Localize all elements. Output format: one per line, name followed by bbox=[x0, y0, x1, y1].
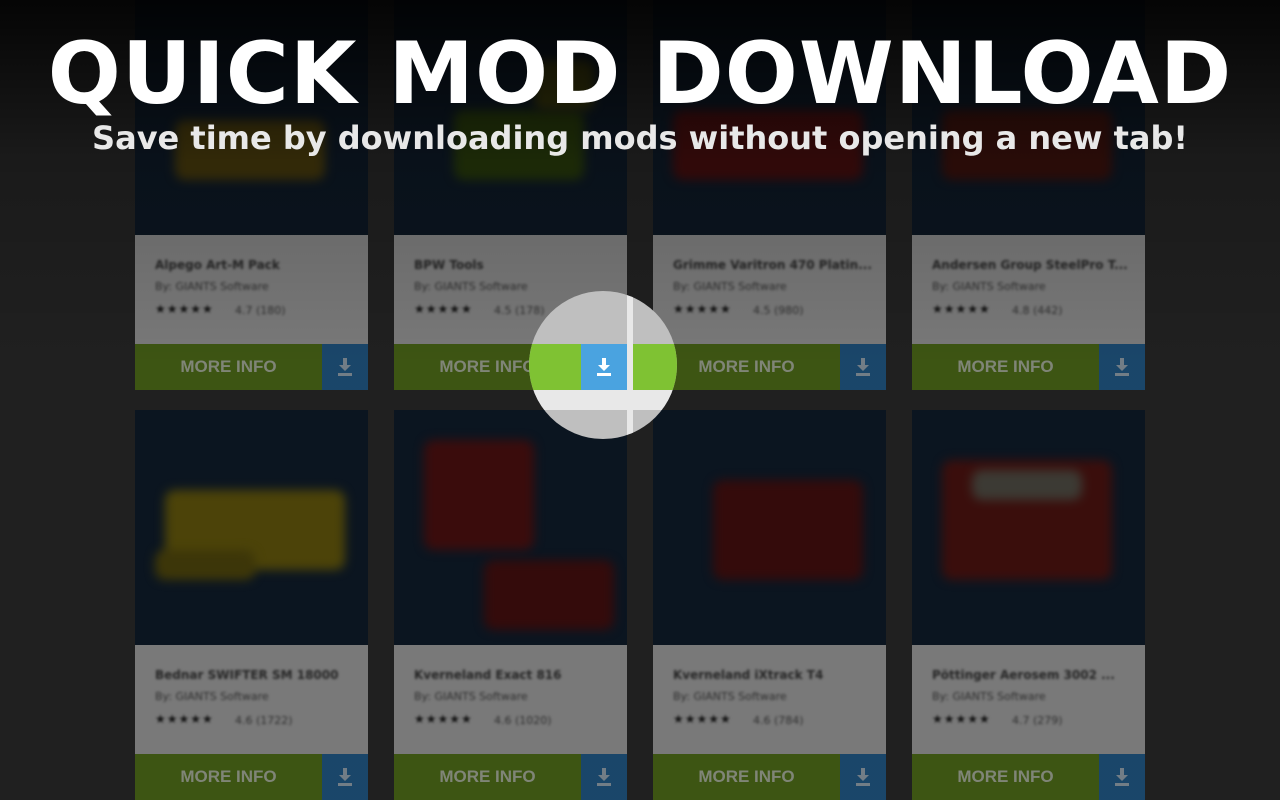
download-button[interactable] bbox=[1099, 344, 1145, 390]
download-button[interactable] bbox=[840, 344, 886, 390]
download-button-highlight[interactable] bbox=[581, 344, 627, 390]
mod-author: By: GIANTS Software bbox=[155, 690, 269, 703]
subheadline: Save time by downloading mods without op… bbox=[92, 119, 1188, 157]
mod-title[interactable]: Pöttinger Aerosem 3002 ... bbox=[932, 668, 1132, 682]
rating-stars: ★★★★★ bbox=[414, 712, 473, 726]
rating-text: 4.5 (980) bbox=[753, 304, 804, 317]
mod-author: By: GIANTS Software bbox=[414, 690, 528, 703]
rating-stars: ★★★★★ bbox=[673, 302, 732, 316]
download-icon bbox=[597, 768, 611, 786]
mod-title[interactable]: Kverneland Exact 816 bbox=[414, 668, 614, 682]
more-info-highlight bbox=[633, 344, 677, 390]
mod-title[interactable]: Alpego Art-M Pack bbox=[155, 258, 355, 272]
download-button[interactable] bbox=[840, 754, 886, 800]
rating-text: 4.7 (180) bbox=[235, 304, 286, 317]
download-icon bbox=[856, 768, 870, 786]
more-info-highlight bbox=[529, 344, 581, 390]
download-icon bbox=[597, 358, 611, 376]
mod-card[interactable]: Kverneland iXtrack T4 By: GIANTS Softwar… bbox=[653, 410, 886, 800]
more-info-button[interactable]: MORE INFO bbox=[394, 754, 581, 800]
download-icon bbox=[338, 358, 352, 376]
mod-thumbnail[interactable] bbox=[653, 410, 886, 645]
mod-title[interactable]: Bednar SWIFTER SM 18000 bbox=[155, 668, 355, 682]
rating-text: 4.6 (1020) bbox=[494, 714, 552, 727]
mod-title[interactable]: Grimme Varitron 470 Platin... bbox=[673, 258, 873, 272]
rating-text: 4.5 (178) bbox=[494, 304, 545, 317]
mod-card[interactable]: Kverneland Exact 816 By: GIANTS Software… bbox=[394, 410, 627, 800]
rating-text: 4.7 (279) bbox=[1012, 714, 1063, 727]
download-button[interactable] bbox=[322, 344, 368, 390]
rating-text: 4.6 (784) bbox=[753, 714, 804, 727]
rating-stars: ★★★★★ bbox=[932, 712, 991, 726]
more-info-button[interactable]: MORE INFO bbox=[653, 344, 840, 390]
download-button[interactable] bbox=[1099, 754, 1145, 800]
headline: QUICK MOD DOWNLOAD bbox=[47, 24, 1233, 124]
more-info-button[interactable]: MORE INFO bbox=[912, 754, 1099, 800]
mod-author: By: GIANTS Software bbox=[673, 280, 787, 293]
mod-thumbnail[interactable] bbox=[912, 410, 1145, 645]
mod-author: By: GIANTS Software bbox=[932, 280, 1046, 293]
rating-stars: ★★★★★ bbox=[155, 302, 214, 316]
highlight-spotlight bbox=[529, 291, 677, 439]
rating-stars: ★★★★★ bbox=[932, 302, 991, 316]
mod-thumbnail[interactable] bbox=[135, 410, 368, 645]
row-gap bbox=[529, 390, 677, 410]
rating-text: 4.6 (1722) bbox=[235, 714, 293, 727]
more-info-button[interactable]: MORE INFO bbox=[912, 344, 1099, 390]
mod-author: By: GIANTS Software bbox=[932, 690, 1046, 703]
download-icon bbox=[338, 768, 352, 786]
download-icon bbox=[856, 358, 870, 376]
mod-card[interactable]: Bednar SWIFTER SM 18000 By: GIANTS Softw… bbox=[135, 410, 368, 800]
mod-author: By: GIANTS Software bbox=[414, 280, 528, 293]
mod-author: By: GIANTS Software bbox=[155, 280, 269, 293]
more-info-button[interactable]: MORE INFO bbox=[135, 754, 322, 800]
more-info-button[interactable]: MORE INFO bbox=[653, 754, 840, 800]
more-info-button[interactable]: MORE INFO bbox=[135, 344, 322, 390]
mod-author: By: GIANTS Software bbox=[673, 690, 787, 703]
mod-thumbnail[interactable] bbox=[394, 410, 627, 645]
mod-title[interactable]: Kverneland iXtrack T4 bbox=[673, 668, 873, 682]
rating-stars: ★★★★★ bbox=[155, 712, 214, 726]
rating-stars: ★★★★★ bbox=[414, 302, 473, 316]
mod-title[interactable]: Andersen Group SteelPro T... bbox=[932, 258, 1132, 272]
rating-stars: ★★★★★ bbox=[673, 712, 732, 726]
download-icon bbox=[1115, 768, 1129, 786]
download-button[interactable] bbox=[581, 754, 627, 800]
download-button[interactable] bbox=[322, 754, 368, 800]
mod-title[interactable]: BPW Tools bbox=[414, 258, 614, 272]
download-icon bbox=[1115, 358, 1129, 376]
mod-card[interactable]: Pöttinger Aerosem 3002 ... By: GIANTS So… bbox=[912, 410, 1145, 800]
rating-text: 4.8 (442) bbox=[1012, 304, 1063, 317]
